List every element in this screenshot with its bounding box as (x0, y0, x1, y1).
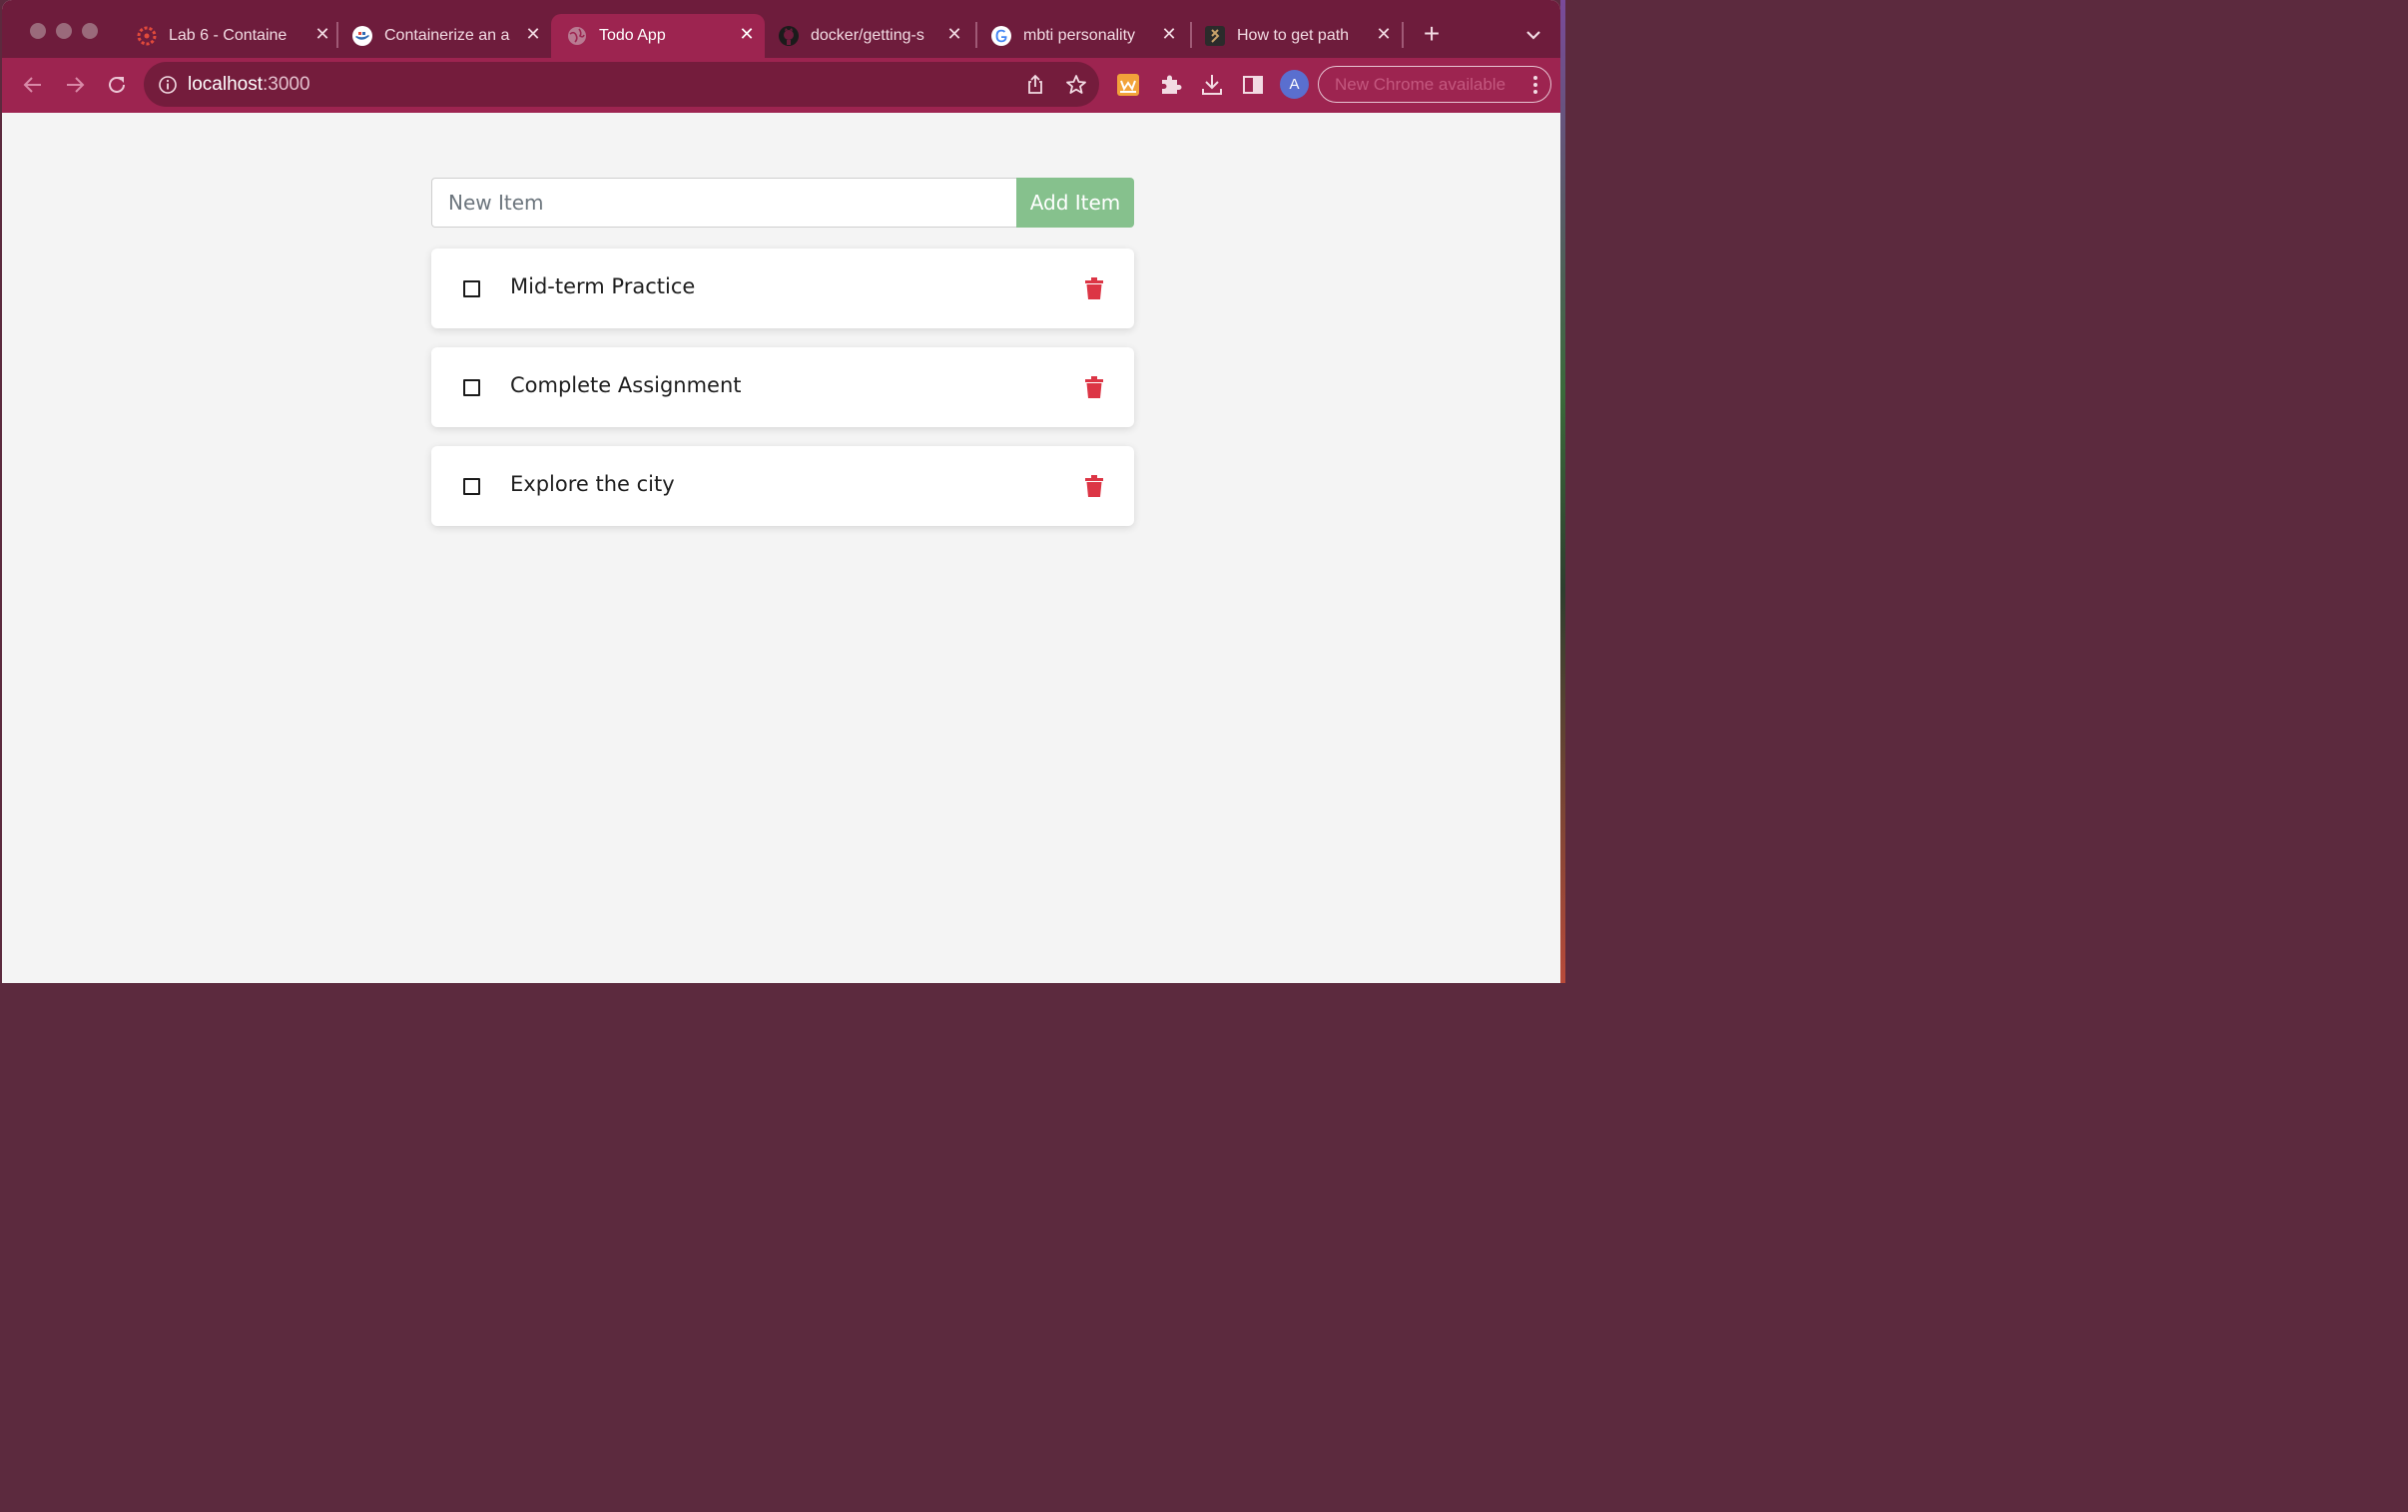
chevron-down-icon[interactable] (1521, 24, 1545, 46)
todo-item: Explore the city (431, 446, 1134, 526)
close-tab-icon[interactable]: ✕ (737, 24, 757, 44)
new-item-form: Add Item (431, 178, 1134, 228)
site-info-icon[interactable] (158, 75, 178, 95)
todo-item: Complete Assignment (431, 347, 1134, 427)
tab-containerize[interactable]: Containerize an a ✕ (351, 14, 551, 58)
tab-separator (975, 22, 977, 48)
more-menu-icon[interactable] (1532, 75, 1538, 95)
new-item-input[interactable] (431, 178, 1016, 228)
reload-icon[interactable] (104, 72, 130, 98)
browser-window: Lab 6 - Containe ✕ Containerize an a ✕ T… (2, 0, 1560, 983)
todo-item-name: Explore the city (510, 472, 675, 496)
side-panel-icon[interactable] (1240, 72, 1266, 98)
site-icon (1204, 25, 1226, 47)
trash-icon[interactable] (1085, 475, 1103, 497)
page-content: Add Item Mid-term Practice Complete Assi… (2, 113, 1560, 983)
todo-item-name: Mid-term Practice (510, 274, 696, 298)
close-tab-icon[interactable]: ✕ (944, 24, 964, 44)
tab-separator (1190, 22, 1192, 48)
tab-title: How to get path (1237, 27, 1350, 44)
close-tab-icon[interactable]: ✕ (523, 24, 543, 44)
canvas-icon (136, 25, 158, 47)
todo-item: Mid-term Practice (431, 249, 1134, 328)
docker-icon (351, 25, 373, 47)
tab-title: Containerize an a (384, 27, 510, 44)
close-tab-icon[interactable]: ✕ (1374, 24, 1394, 44)
google-icon (990, 25, 1012, 47)
tab-title: Todo App (599, 27, 666, 44)
profile-avatar[interactable]: A (1280, 70, 1309, 99)
tab-google-mbti[interactable]: mbti personality ✕ (990, 14, 1187, 58)
globe-icon (566, 25, 588, 47)
url-text: localhost:3000 (188, 74, 310, 96)
tab-title: mbti personality (1023, 27, 1136, 44)
tab-separator (336, 22, 338, 48)
minimize-window-button[interactable] (56, 23, 72, 39)
share-icon[interactable] (1023, 73, 1047, 97)
close-window-button[interactable] (30, 23, 46, 39)
close-tab-icon[interactable]: ✕ (1159, 24, 1179, 44)
complete-checkbox[interactable] (463, 280, 480, 297)
desktop-background (1560, 0, 1565, 983)
update-label: New Chrome available (1335, 74, 1506, 94)
close-tab-icon[interactable]: ✕ (312, 24, 332, 44)
new-tab-button[interactable]: + (1418, 20, 1446, 48)
bookmark-star-icon[interactable] (1064, 73, 1088, 97)
tab-todo-app[interactable]: Todo App ✕ (551, 14, 765, 58)
todo-item-name: Complete Assignment (510, 373, 742, 397)
github-icon (778, 25, 800, 47)
tab-title: docker/getting-s (811, 27, 924, 44)
tab-lab6[interactable]: Lab 6 - Containe ✕ (136, 14, 340, 58)
complete-checkbox[interactable] (463, 478, 480, 495)
tab-strip: Lab 6 - Containe ✕ Containerize an a ✕ T… (2, 0, 1560, 58)
forward-arrow-icon[interactable] (62, 72, 88, 98)
download-icon[interactable] (1199, 72, 1225, 98)
complete-checkbox[interactable] (463, 379, 480, 396)
extension-icon[interactable] (1115, 72, 1141, 98)
url-port: :3000 (263, 74, 310, 95)
maximize-window-button[interactable] (82, 23, 98, 39)
back-arrow-icon[interactable] (20, 72, 46, 98)
tab-how-to-get-path[interactable]: How to get path ✕ (1204, 14, 1402, 58)
trash-icon[interactable] (1085, 277, 1103, 299)
tab-github[interactable]: docker/getting-s ✕ (778, 14, 972, 58)
add-item-button[interactable]: Add Item (1016, 178, 1134, 228)
trash-icon[interactable] (1085, 376, 1103, 398)
chrome-update-button[interactable]: New Chrome available (1318, 66, 1551, 103)
address-bar[interactable]: localhost:3000 (144, 62, 1099, 107)
tab-title: Lab 6 - Containe (169, 27, 288, 44)
puzzle-icon[interactable] (1157, 72, 1183, 98)
url-host: localhost (188, 74, 263, 95)
tab-separator (1402, 22, 1404, 48)
